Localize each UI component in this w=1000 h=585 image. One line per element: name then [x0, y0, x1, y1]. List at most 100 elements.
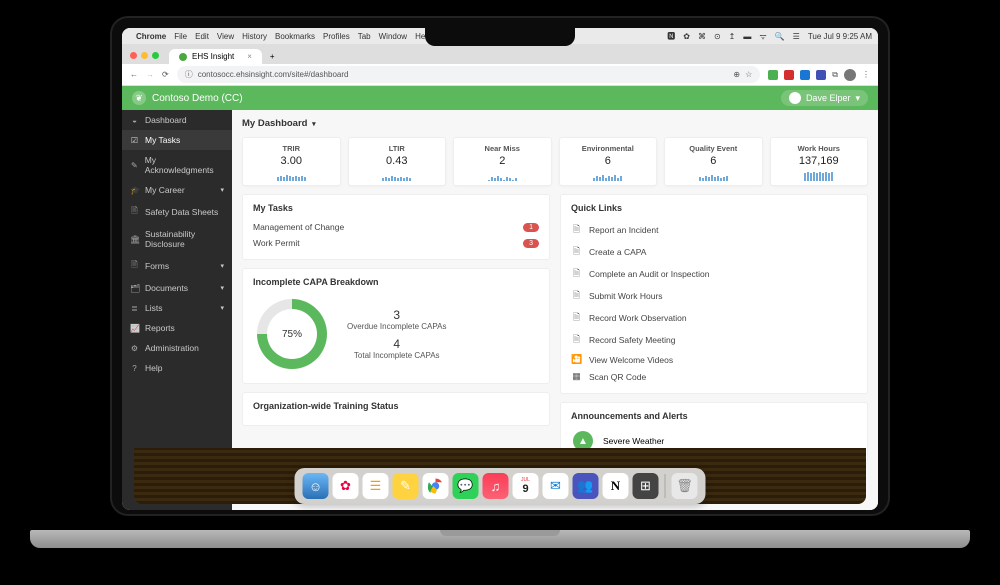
kpi-card-work-hours[interactable]: Work Hours137,169: [770, 137, 869, 186]
kpi-sparkline: [353, 171, 442, 181]
quick-link[interactable]: 🗎Record Safety Meeting: [571, 329, 857, 351]
profile-avatar[interactable]: [844, 69, 856, 81]
chrome-icon[interactable]: [423, 473, 449, 499]
alert-label: Severe Weather: [603, 436, 664, 446]
quick-link[interactable]: 🗎Complete an Audit or Inspection: [571, 263, 857, 285]
sidebar-item-sustainability-disclosure[interactable]: 🏛Sustainability Disclosure: [122, 224, 232, 254]
kpi-sparkline: [247, 171, 336, 181]
trash-icon[interactable]: 🗑: [672, 473, 698, 499]
window-close-icon[interactable]: [130, 52, 137, 59]
app-logo-icon[interactable]: ❦: [132, 91, 146, 105]
photos-icon[interactable]: ✿: [333, 473, 359, 499]
sidebar-item-lists[interactable]: ≣Lists▾: [122, 298, 232, 318]
status-icon[interactable]: ⊙: [714, 32, 721, 41]
sidebar-collapse-button[interactable]: ‹: [223, 494, 226, 504]
nav-icon: 🗂: [130, 284, 139, 293]
outlook-icon[interactable]: ✉: [543, 473, 569, 499]
status-icon[interactable]: ↥: [729, 32, 736, 41]
address-bar[interactable]: ⓘ contosocc.ehsinsight.com/site#/dashboa…: [177, 66, 761, 83]
kpi-card-ltir[interactable]: LTIR0.43: [348, 137, 447, 186]
task-row[interactable]: Management of Change1: [253, 219, 539, 235]
menu-profiles[interactable]: Profiles: [323, 32, 350, 41]
tab-close-icon[interactable]: ×: [247, 52, 252, 61]
sidebar-item-my-acknowledgments[interactable]: ✎My Acknowledgments: [122, 150, 232, 180]
quick-link[interactable]: 🗎Report an Incident: [571, 219, 857, 241]
quick-link[interactable]: 🗎Submit Work Hours: [571, 285, 857, 307]
menu-bookmarks[interactable]: Bookmarks: [275, 32, 315, 41]
kpi-card-environmental[interactable]: Environmental6: [559, 137, 658, 186]
status-icon[interactable]: ✿: [683, 32, 690, 41]
menu-window[interactable]: Window: [379, 32, 407, 41]
quick-link[interactable]: ▦Scan QR Code: [571, 368, 857, 385]
finder-icon[interactable]: ☺: [303, 473, 329, 499]
menu-view[interactable]: View: [217, 32, 234, 41]
wifi-icon[interactable]: ᯤ: [759, 31, 766, 42]
teams-icon[interactable]: 👥: [573, 473, 599, 499]
calendar-icon[interactable]: JUL9: [513, 473, 539, 499]
sidebar-item-documents[interactable]: 🗂Documents▾: [122, 278, 232, 298]
warning-icon: ▲: [573, 431, 593, 451]
quick-links-panel: Quick Links 🗎Report an Incident🗎Create a…: [560, 194, 868, 394]
nav-reload-icon[interactable]: ⟳: [162, 70, 169, 79]
sidebar-item-administration[interactable]: ⚙Administration: [122, 338, 232, 358]
chevron-down-icon: ▾: [312, 121, 316, 128]
menubar-app[interactable]: Chrome: [136, 32, 166, 41]
reminders-icon[interactable]: ☰: [363, 473, 389, 499]
sidebar-item-dashboard[interactable]: ◒Dashboard: [122, 110, 232, 130]
notion-icon[interactable]: N: [603, 473, 629, 499]
quick-link[interactable]: 🎦View Welcome Videos: [571, 351, 857, 368]
kpi-card-trir[interactable]: TRIR3.00: [242, 137, 341, 186]
nav-icon: 📈: [130, 324, 139, 333]
window-zoom-icon[interactable]: [152, 52, 159, 59]
chrome-menu-icon[interactable]: ⋮: [862, 70, 870, 79]
nav-icon: 🗎: [130, 259, 139, 273]
install-app-icon[interactable]: ⊕: [733, 70, 740, 79]
link-label: Complete an Audit or Inspection: [589, 269, 710, 279]
sidebar-item-forms[interactable]: 🗎Forms▾: [122, 254, 232, 278]
nav-icon: ◒: [130, 116, 139, 125]
status-icon[interactable]: ⌘: [698, 32, 706, 41]
clock[interactable]: Tue Jul 9 9:25 AM: [808, 32, 872, 41]
menu-tab[interactable]: Tab: [358, 32, 371, 41]
link-icon: 🗎: [571, 244, 582, 260]
nav-back-icon[interactable]: ←: [130, 70, 138, 79]
quick-link[interactable]: 🗎Record Work Observation: [571, 307, 857, 329]
user-menu-button[interactable]: Dave Elper ▾: [781, 90, 868, 106]
task-row[interactable]: Work Permit3: [253, 235, 539, 251]
calculator-icon[interactable]: ⊞: [633, 473, 659, 499]
battery-icon[interactable]: ▬: [743, 32, 751, 41]
sidebar-item-help[interactable]: ?Help: [122, 358, 232, 378]
sidebar-item-reports[interactable]: 📈Reports: [122, 318, 232, 338]
panel-title: Quick Links: [571, 203, 857, 213]
search-icon[interactable]: 🔍: [775, 32, 785, 41]
sidebar-item-my-tasks[interactable]: ☑My Tasks: [122, 130, 232, 150]
sidebar-item-label: Lists: [145, 303, 162, 313]
bookmark-icon[interactable]: ☆: [745, 70, 752, 79]
notes-icon[interactable]: ✎: [393, 473, 419, 499]
browser-tab[interactable]: EHS Insight ×: [169, 49, 262, 64]
extension-icon[interactable]: [768, 70, 778, 80]
extension-icon[interactable]: [816, 70, 826, 80]
quick-link[interactable]: 🗎Create a CAPA: [571, 241, 857, 263]
kpi-card-near-miss[interactable]: Near Miss2: [453, 137, 552, 186]
menu-file[interactable]: File: [174, 32, 187, 41]
window-minimize-icon[interactable]: [141, 52, 148, 59]
kpi-card-quality-event[interactable]: Quality Event6: [664, 137, 763, 186]
alert-item[interactable]: ▲ Severe Weather: [571, 427, 857, 455]
page-title-dropdown[interactable]: My Dashboard ▾: [242, 118, 868, 129]
sidebar-item-label: My Tasks: [145, 135, 180, 145]
extension-icon[interactable]: [784, 70, 794, 80]
extension-icon[interactable]: [800, 70, 810, 80]
sidebar-item-safety-data-sheets[interactable]: 🗎Safety Data Sheets: [122, 200, 232, 224]
new-tab-button[interactable]: +: [262, 49, 283, 64]
menu-history[interactable]: History: [242, 32, 267, 41]
extensions-menu-icon[interactable]: ⧉: [832, 70, 838, 80]
messages-icon[interactable]: 💬: [453, 473, 479, 499]
menu-edit[interactable]: Edit: [195, 32, 209, 41]
site-info-icon[interactable]: ⓘ: [185, 69, 193, 80]
status-icon[interactable]: 🅽: [667, 31, 675, 42]
control-center-icon[interactable]: ☰: [793, 32, 800, 41]
nav-forward-icon[interactable]: →: [146, 70, 154, 79]
music-icon[interactable]: ♫: [483, 473, 509, 499]
sidebar-item-my-career[interactable]: 🎓My Career▾: [122, 180, 232, 200]
